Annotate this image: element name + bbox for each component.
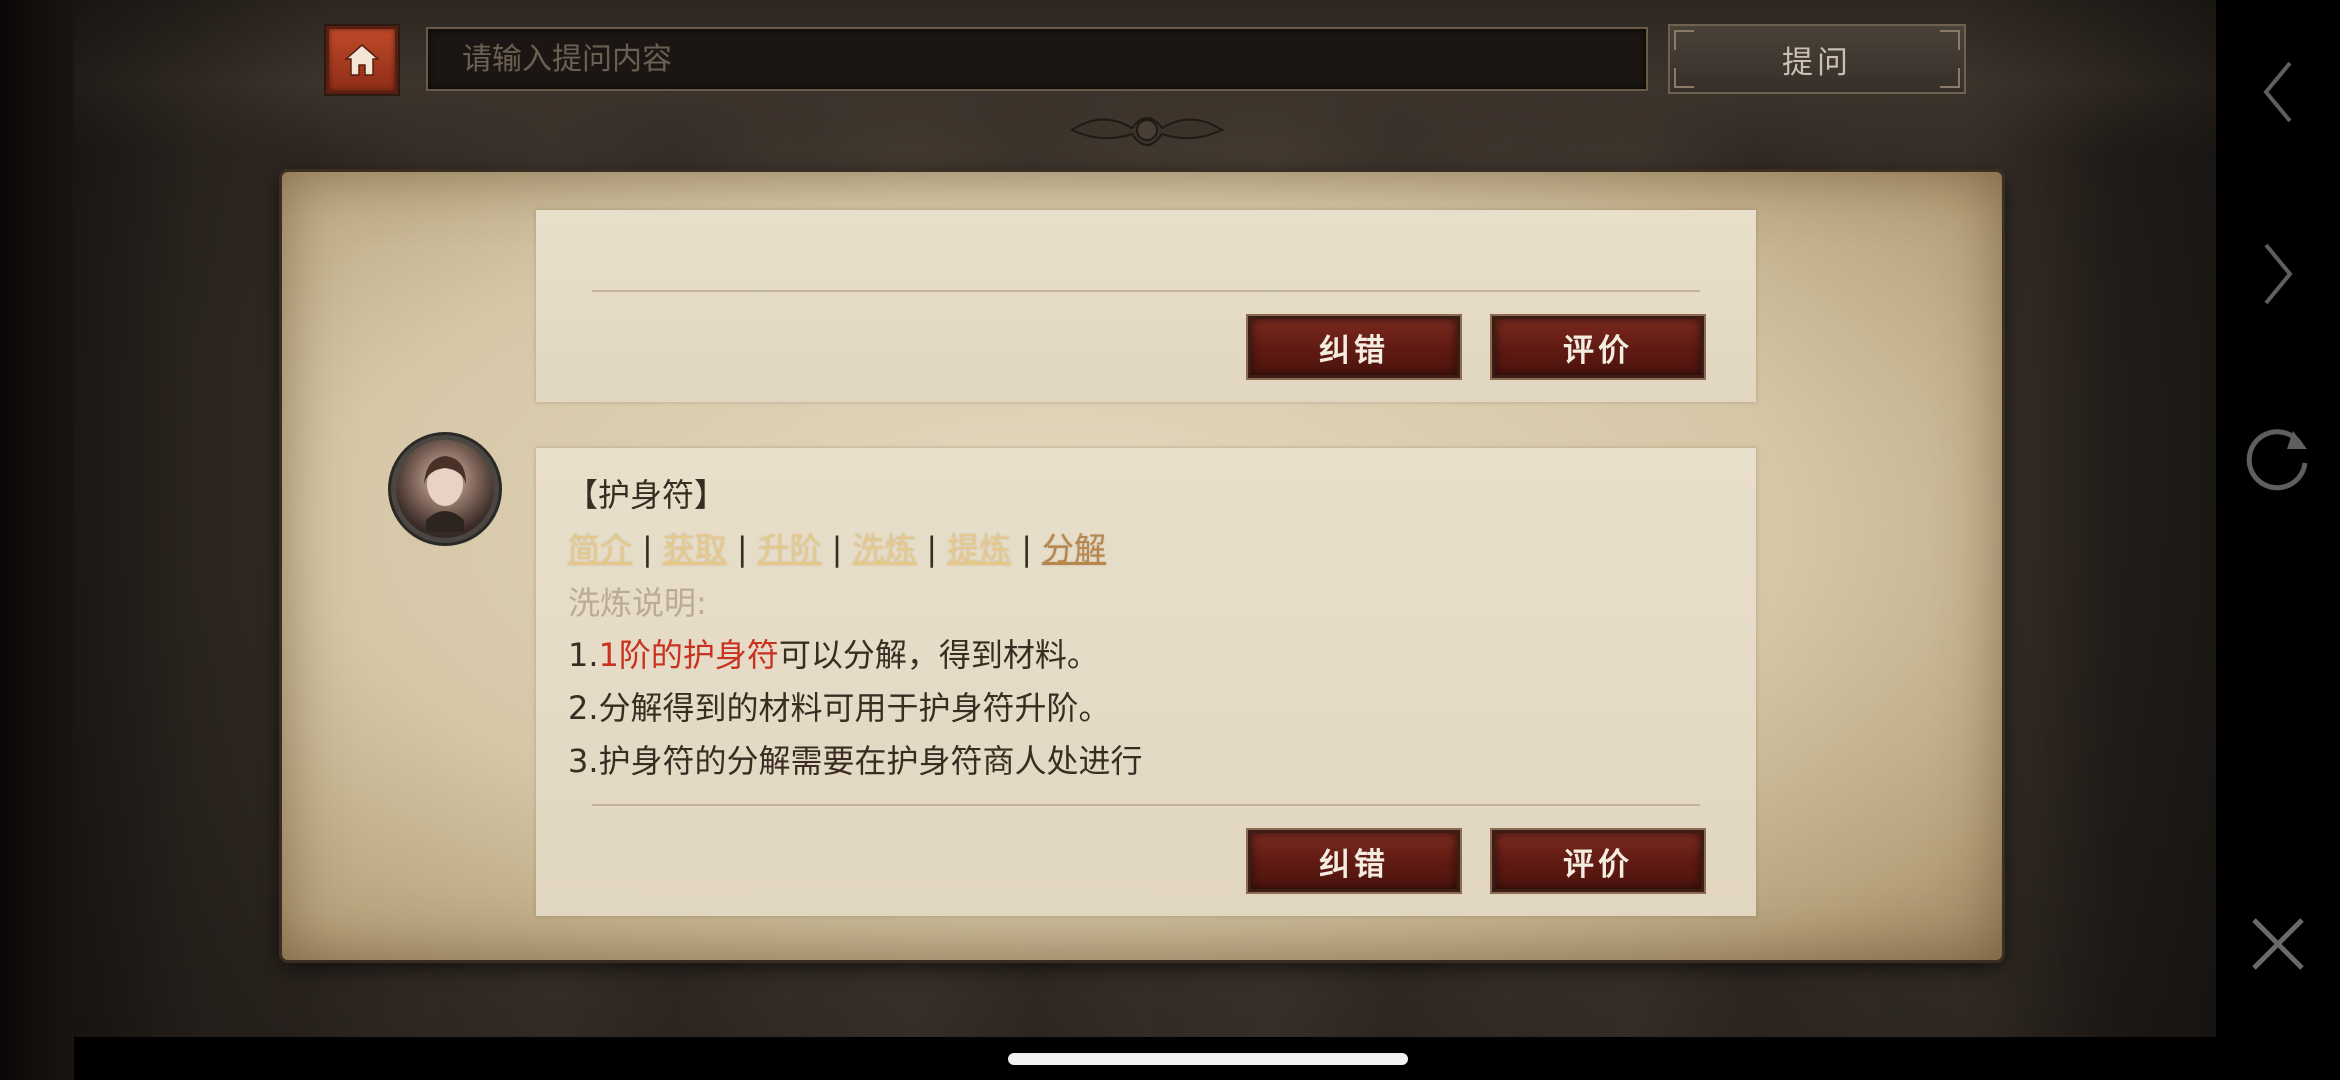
search-input[interactable] [426, 27, 1648, 91]
home-icon [344, 44, 380, 76]
item-title: 【护身符】 [566, 476, 727, 514]
divider [592, 290, 1700, 292]
back-button[interactable] [2216, 42, 2340, 142]
close-icon [2252, 918, 2304, 970]
link-obtain[interactable]: 获取 [663, 530, 727, 568]
line-1-rest: 可以分解，得到材料。 [778, 636, 1099, 674]
link-refine[interactable]: 洗炼 [852, 530, 916, 568]
description-line-1: 1.1阶的护身符可以分解，得到材料。 [568, 630, 1099, 676]
ask-button[interactable]: 提问 [1668, 24, 1966, 94]
link-separator: | [736, 530, 748, 568]
correct-button-label: 纠错 [1319, 846, 1389, 883]
corner-ornament [1674, 68, 1694, 88]
link-decompose[interactable]: 分解 [1042, 530, 1106, 568]
link-separator: | [926, 530, 938, 568]
home-button[interactable] [326, 26, 398, 94]
reload-button[interactable] [2216, 408, 2340, 508]
system-nav-bar [2216, 0, 2340, 1080]
corner-ornament [1940, 30, 1960, 50]
correct-button[interactable]: 纠错 [1248, 830, 1460, 892]
link-separator: | [1021, 530, 1032, 568]
divider [592, 804, 1700, 806]
corner-ornament [1674, 30, 1694, 50]
header-ornament [1069, 117, 1225, 146]
answer-card: 纠错 评价 [536, 210, 1756, 402]
left-edge [0, 0, 74, 1080]
link-separator: | [831, 530, 843, 568]
correct-button-label: 纠错 [1319, 332, 1389, 369]
link-upgrade[interactable]: 升阶 [758, 530, 822, 568]
rate-button[interactable]: 评价 [1492, 316, 1704, 378]
line-1-prefix: 1. [568, 636, 599, 674]
description-line-2: 2.分解得到的材料可用于护身符升阶。 [568, 689, 1111, 727]
answer-card: 纠错 评价 [536, 448, 1756, 916]
ask-button-label: 提问 [1782, 44, 1852, 81]
screen: 提问 纠错 评价 纠错 评价 【护身符】 简介|获取| [0, 0, 2340, 1080]
chevron-right-icon [2264, 243, 2293, 305]
corner-ornament [1940, 68, 1960, 88]
correct-button[interactable]: 纠错 [1248, 316, 1460, 378]
forward-button[interactable] [2216, 224, 2340, 324]
link-separator: | [642, 530, 653, 568]
link-intro[interactable]: 简介 [568, 530, 632, 568]
chevron-left-icon [2263, 61, 2292, 123]
character-portrait-icon [424, 456, 466, 532]
close-button[interactable] [2216, 894, 2340, 994]
description-line-3: 3.护身符的分解需要在护身符商人处进行 [568, 742, 1143, 780]
topic-links: 简介 | 获取 | 升阶 | 洗炼 | 提炼 | 分解 [568, 524, 1106, 570]
rate-button-label: 评价 [1563, 846, 1633, 883]
section-label: 洗炼说明: [568, 584, 707, 622]
reload-icon [2246, 429, 2308, 491]
avatar [396, 440, 494, 538]
rate-button-label: 评价 [1563, 332, 1633, 369]
line-1-highlight: 1阶的护身符 [598, 636, 779, 674]
home-indicator[interactable] [1008, 1053, 1408, 1065]
rate-button[interactable]: 评价 [1492, 830, 1704, 892]
link-extract[interactable]: 提炼 [947, 530, 1011, 568]
